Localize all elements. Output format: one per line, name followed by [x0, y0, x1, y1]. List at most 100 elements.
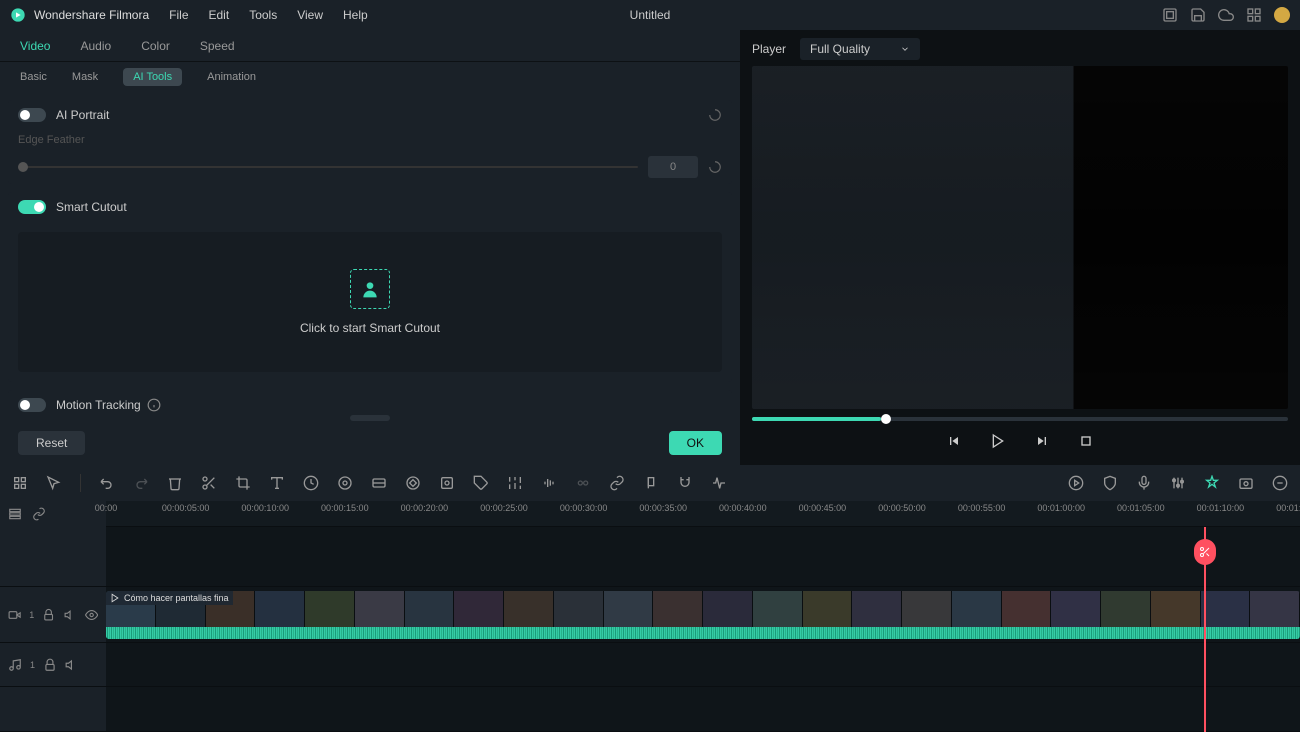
- save-icon[interactable]: [1190, 7, 1206, 23]
- snapshot-icon[interactable]: [1238, 475, 1254, 491]
- link-track-icon[interactable]: [32, 507, 46, 521]
- stop-button[interactable]: [1076, 431, 1096, 451]
- ruler-label: 00:00:55:00: [958, 503, 1006, 513]
- toggle-ai-portrait[interactable]: [18, 108, 46, 122]
- ruler-label: 00:01:05:00: [1117, 503, 1165, 513]
- person-icon: [360, 279, 380, 299]
- clip-thumbnail: [454, 591, 504, 627]
- clip-thumbnail: [753, 591, 803, 627]
- menu-help[interactable]: Help: [343, 8, 368, 22]
- select-tool-icon[interactable]: [12, 475, 28, 491]
- undo-icon[interactable]: [99, 475, 115, 491]
- track-manager-icon[interactable]: [8, 507, 22, 521]
- value-edge-feather[interactable]: 0: [648, 156, 698, 178]
- preview-area[interactable]: [752, 66, 1288, 409]
- clip-video-icon: [110, 593, 120, 603]
- tab-speed[interactable]: Speed: [200, 39, 235, 53]
- ruler-label: 00:00:15:00: [321, 503, 369, 513]
- pointer-tool-icon[interactable]: [46, 475, 62, 491]
- beat-icon[interactable]: [711, 475, 727, 491]
- reset-icon[interactable]: [708, 160, 722, 174]
- ruler-label: 00:00:40:00: [719, 503, 767, 513]
- layout-icon[interactable]: [1162, 7, 1178, 23]
- lock-track-icon[interactable]: [43, 658, 57, 672]
- clip-thumbnail: [604, 591, 654, 627]
- smart-cutout-hint: Click to start Smart Cutout: [300, 321, 440, 335]
- mute-track-icon[interactable]: [65, 658, 79, 672]
- ruler-label: 00:00:35:00: [639, 503, 687, 513]
- sub-tabs: Basic Mask AI Tools Animation: [0, 62, 740, 92]
- smart-cutout-start[interactable]: Click to start Smart Cutout: [18, 232, 722, 372]
- time-ruler[interactable]: 00:0000:00:05:0000:00:10:0000:00:15:0000…: [106, 501, 1300, 527]
- keyframe-icon[interactable]: [405, 475, 421, 491]
- subtab-basic[interactable]: Basic: [20, 71, 47, 83]
- mute-track-icon[interactable]: [64, 608, 77, 622]
- label-motion-tracking: Motion Tracking: [56, 398, 141, 412]
- menu-view[interactable]: View: [297, 8, 323, 22]
- delete-icon[interactable]: [167, 475, 183, 491]
- ruler-label: 00:00:20:00: [401, 503, 449, 513]
- reset-icon[interactable]: [708, 108, 722, 122]
- zoom-out-icon[interactable]: [1272, 475, 1288, 491]
- clip-thumbnail: [355, 591, 405, 627]
- magnetic-icon[interactable]: [677, 475, 693, 491]
- video-clip[interactable]: Cómo hacer pantallas fina: [106, 591, 1300, 639]
- subtab-mask[interactable]: Mask: [72, 71, 98, 83]
- apps-icon[interactable]: [1246, 7, 1262, 23]
- quality-dropdown[interactable]: Full Quality: [800, 38, 920, 60]
- eye-track-icon[interactable]: [85, 608, 98, 622]
- text-icon[interactable]: [269, 475, 285, 491]
- speed-icon[interactable]: [303, 475, 319, 491]
- link-icon[interactable]: [609, 475, 625, 491]
- ai-tool-icon[interactable]: [1204, 475, 1220, 491]
- ok-button[interactable]: OK: [669, 431, 722, 455]
- clip-thumbnail: [1250, 591, 1300, 627]
- menu-file[interactable]: File: [169, 8, 188, 22]
- group-icon[interactable]: [575, 475, 591, 491]
- mic-icon[interactable]: [1136, 475, 1152, 491]
- info-icon[interactable]: [147, 398, 161, 412]
- clip-thumbnail: [1101, 591, 1151, 627]
- marker-icon[interactable]: [643, 475, 659, 491]
- menu-edit[interactable]: Edit: [209, 8, 230, 22]
- video-track-icon: [8, 608, 21, 622]
- playhead-handle[interactable]: [1194, 539, 1216, 565]
- avatar[interactable]: [1274, 7, 1290, 23]
- tag-icon[interactable]: [473, 475, 489, 491]
- playhead[interactable]: [1204, 527, 1206, 732]
- sliders-icon[interactable]: [507, 475, 523, 491]
- subtab-animation[interactable]: Animation: [207, 71, 256, 83]
- progress-thumb[interactable]: [881, 414, 891, 424]
- slider-edge-feather[interactable]: [18, 166, 638, 168]
- tab-video[interactable]: Video: [20, 39, 50, 53]
- mixer-icon[interactable]: [1170, 475, 1186, 491]
- tab-color[interactable]: Color: [141, 39, 170, 53]
- reset-button[interactable]: Reset: [18, 431, 85, 455]
- tab-audio[interactable]: Audio: [80, 39, 111, 53]
- crop-icon[interactable]: [235, 475, 251, 491]
- clip-thumbnail: [504, 591, 554, 627]
- cloud-icon[interactable]: [1218, 7, 1234, 23]
- render-icon[interactable]: [1068, 475, 1084, 491]
- next-frame-button[interactable]: [1032, 431, 1052, 451]
- player-label: Player: [752, 42, 786, 56]
- play-button[interactable]: [988, 431, 1008, 451]
- ruler-label: 00:01:10:00: [1197, 503, 1245, 513]
- prev-frame-button[interactable]: [944, 431, 964, 451]
- toggle-motion-tracking[interactable]: [18, 398, 46, 412]
- detect-icon[interactable]: [439, 475, 455, 491]
- subtab-ai-tools[interactable]: AI Tools: [123, 68, 182, 86]
- split-icon[interactable]: [201, 475, 217, 491]
- clip-thumbnail: [803, 591, 853, 627]
- redo-icon[interactable]: [133, 475, 149, 491]
- player-progress[interactable]: [752, 417, 1288, 421]
- lock-track-icon[interactable]: [42, 608, 55, 622]
- shield-icon[interactable]: [1102, 475, 1118, 491]
- adjustment-icon[interactable]: [371, 475, 387, 491]
- toggle-smart-cutout[interactable]: [18, 200, 46, 214]
- color-icon[interactable]: [337, 475, 353, 491]
- clip-thumbnail: [1151, 591, 1201, 627]
- audio-icon[interactable]: [541, 475, 557, 491]
- ruler-label: 00:00:25:00: [480, 503, 528, 513]
- menu-tools[interactable]: Tools: [249, 8, 277, 22]
